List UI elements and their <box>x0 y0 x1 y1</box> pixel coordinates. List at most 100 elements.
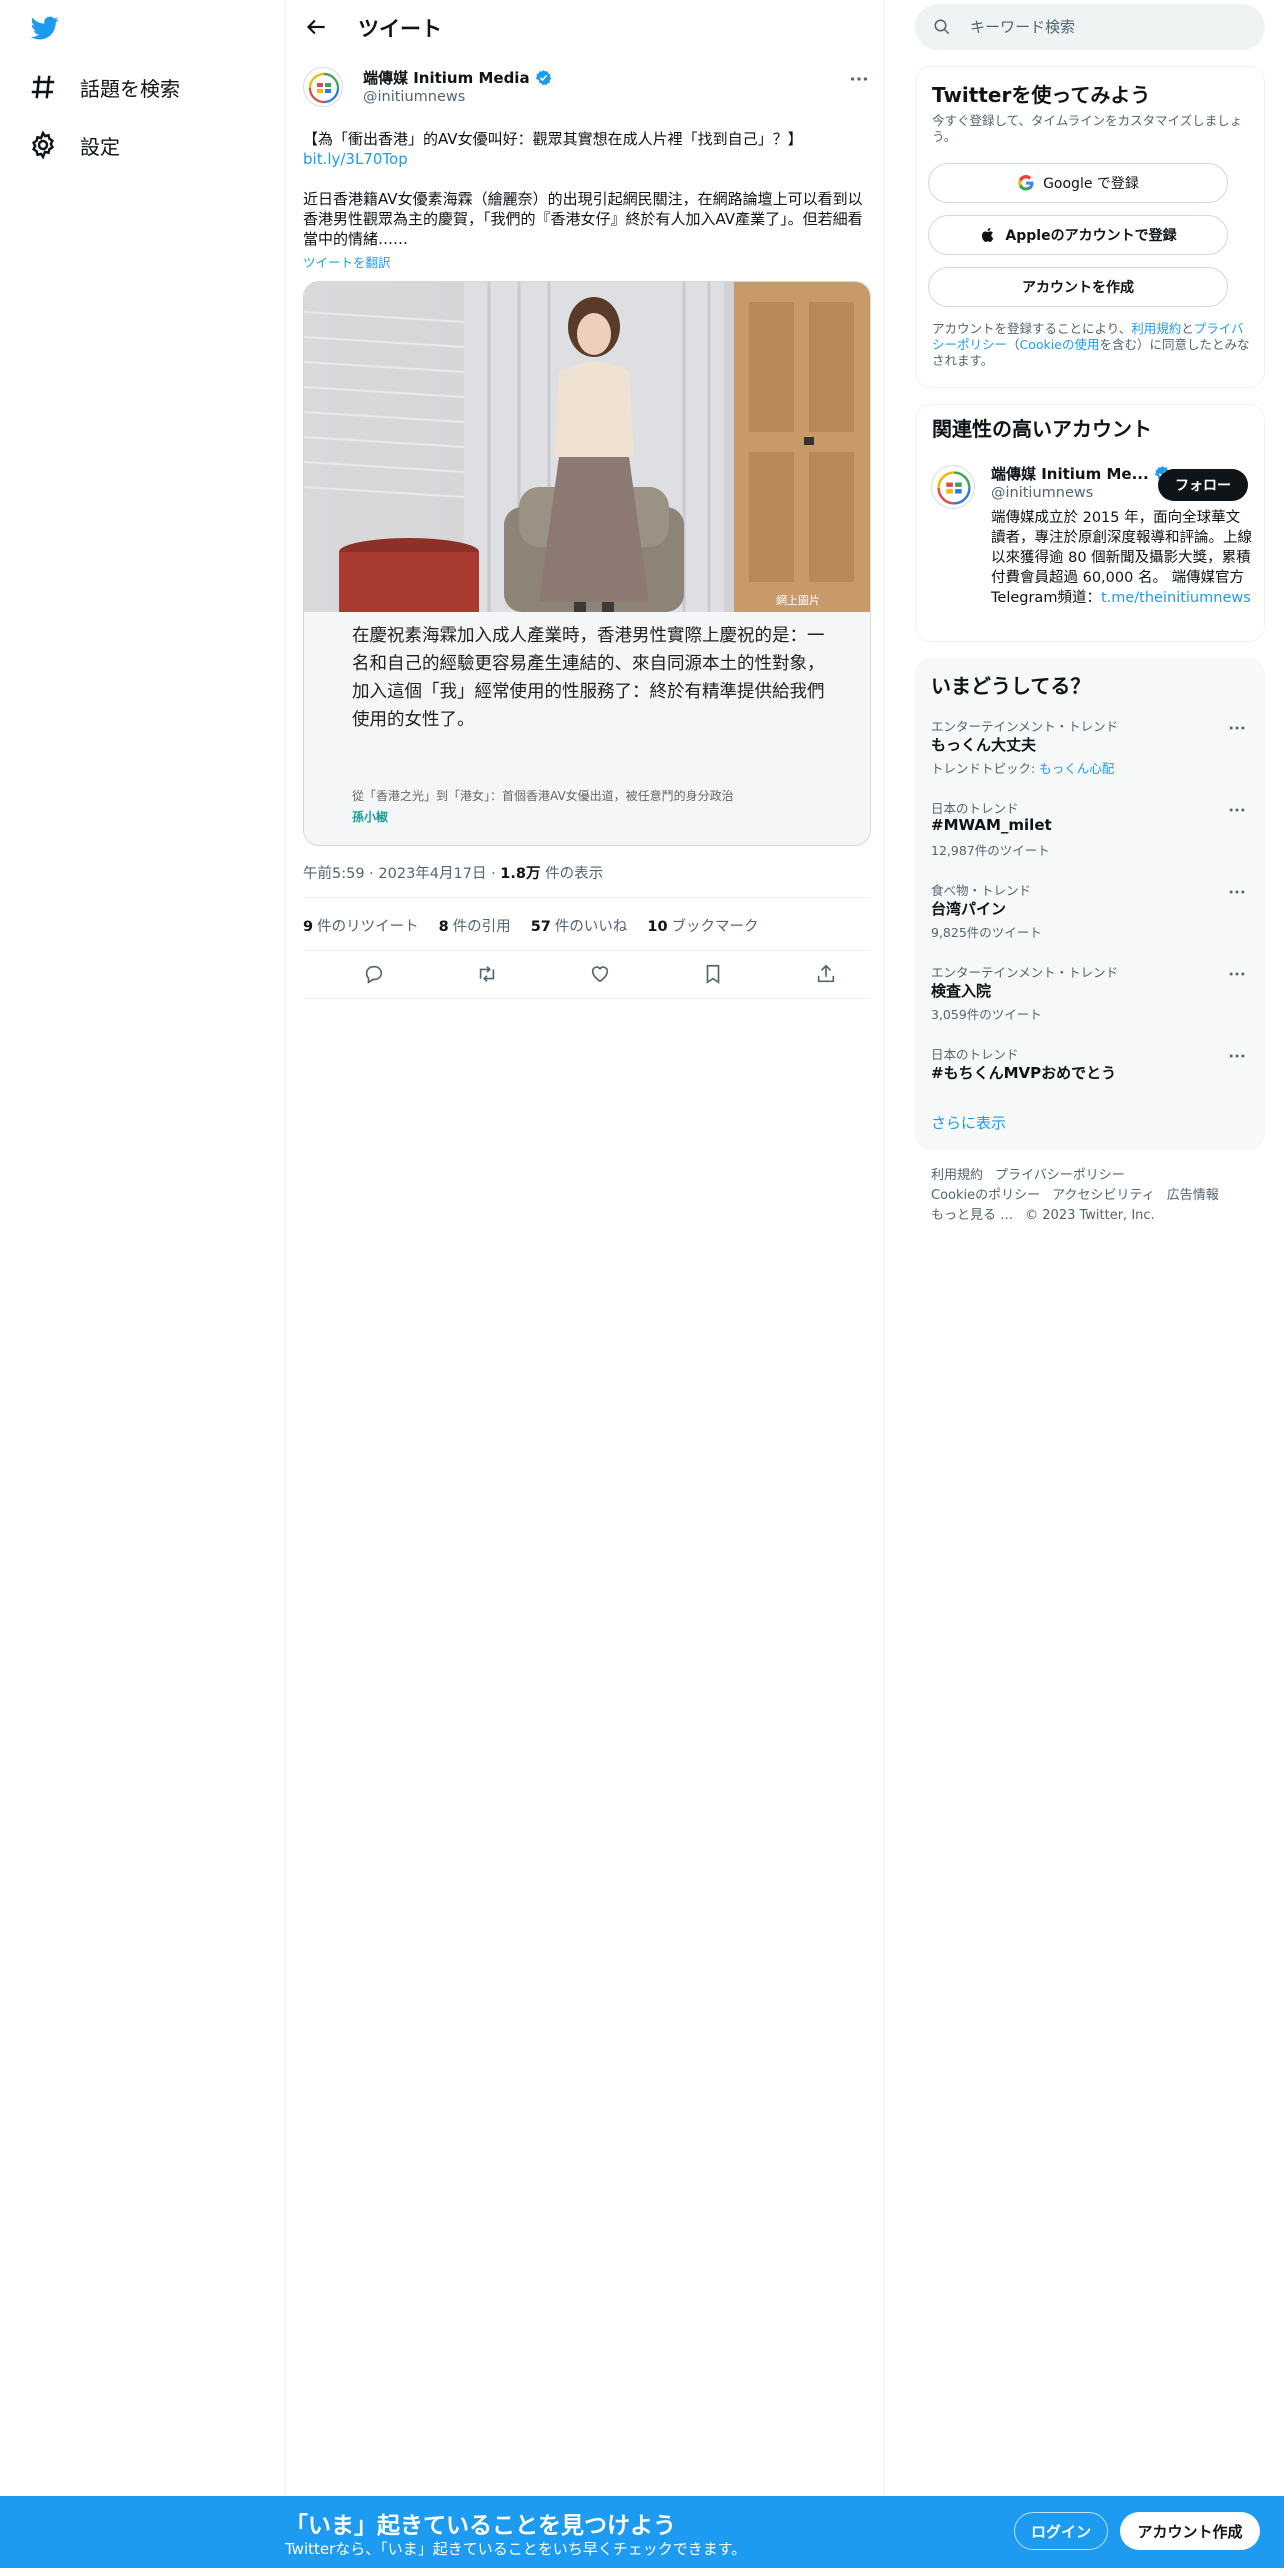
signup-panel: Twitterを使ってみよう 今すぐ登録して、タイムラインをカスタマイズしましょ… <box>915 66 1265 388</box>
back-arrow-icon[interactable] <box>303 14 329 40</box>
tweet-text-headline: 【為「衝出香港」的AV女優叫好：觀眾其實想在成人片裡「找到自己」？】 bit.ly… <box>303 129 873 169</box>
nav-item-explore[interactable]: 話題を検索 <box>28 67 180 107</box>
more-options-icon[interactable] <box>848 68 870 90</box>
show-more-link[interactable]: さらに表示 <box>931 1112 1006 1133</box>
relevant-bio: 端傳媒成立於 2015 年，面向全球華文讀者，專注於原創深度報導和評論。上線以來… <box>991 510 1252 606</box>
divider <box>303 950 871 951</box>
trend-item[interactable]: 食べ物・トレンド 台湾パイン 9,825件のツイート <box>915 880 1265 962</box>
apple-signup-button[interactable]: Appleのアカウントで登録 <box>928 215 1228 255</box>
login-button[interactable]: ログイン <box>1014 2512 1108 2550</box>
stat-retweets[interactable]: 9 件のリツイート <box>303 915 419 936</box>
cookie-link[interactable]: Cookieの使用 <box>1020 337 1100 352</box>
nav-item-settings[interactable]: 設定 <box>28 125 120 165</box>
divider <box>303 998 871 999</box>
telegram-link[interactable]: t.me/theinitiumnews <box>1101 590 1251 606</box>
more-options-icon[interactable] <box>1227 882 1247 902</box>
banner-title: 「いま」起きていることを見つけよう <box>285 2513 676 2539</box>
verified-badge-icon <box>535 70 551 86</box>
stat-bookmarks[interactable]: 10 ブックマーク <box>647 915 758 936</box>
trends-panel: いまどうしてる？ エンターテインメント・トレンド もっくん大丈夫 トレンドトピッ… <box>915 658 1265 1150</box>
footer-link[interactable]: アクセシビリティ <box>1052 1188 1155 1203</box>
footer-link[interactable]: もっと見る … <box>931 1208 1013 1223</box>
tweet-time[interactable]: 午前5:59 <box>303 866 365 882</box>
gear-icon <box>32 130 54 160</box>
like-icon[interactable] <box>589 963 611 985</box>
hashtag-icon <box>31 75 55 99</box>
trend-topic-link[interactable]: もっくん心配 <box>1039 761 1114 776</box>
google-icon <box>1018 175 1034 191</box>
reply-icon[interactable] <box>363 963 385 985</box>
create-account-button[interactable]: アカウントを作成 <box>928 267 1228 307</box>
stat-likes[interactable]: 57 件のいいね <box>531 915 628 936</box>
tweet-actions <box>303 960 871 990</box>
search-icon <box>934 19 950 35</box>
divider <box>303 897 871 898</box>
search-box[interactable] <box>915 4 1265 50</box>
footer-link[interactable]: Cookieのポリシー <box>931 1188 1040 1203</box>
banner-subtitle: Twitterなら、「いま」起きていることをいち早くチェックできます。 <box>285 2540 747 2558</box>
left-nav: 話題を検索 設定 <box>0 0 285 2496</box>
card-author: 孫小椒 <box>352 810 389 824</box>
share-icon[interactable] <box>815 963 837 985</box>
tweet-meta: 午前5:59 · 2023年4月17日 · 1.8万 件の表示 <box>303 866 604 882</box>
create-account-label: アカウントを作成 <box>1022 280 1134 296</box>
footer-link[interactable]: プライバシーポリシー <box>995 1168 1125 1183</box>
author-handle[interactable]: @initiumnews <box>363 89 465 105</box>
terms-link[interactable]: 利用規約 <box>1131 321 1181 336</box>
trend-item[interactable]: エンターテインメント・トレンド 検査入院 3,059件のツイート <box>915 962 1265 1044</box>
footer-link[interactable]: 利用規約 <box>931 1168 983 1183</box>
nav-item-label: 設定 <box>80 134 120 159</box>
google-signup-label: Google で登録 <box>1043 176 1139 192</box>
relevant-name[interactable]: 端傳媒 Initium Me... <box>991 463 1171 484</box>
nav-item-label: 話題を検索 <box>80 76 180 101</box>
card-image: 網上圖片 <box>304 282 870 612</box>
bookmark-icon[interactable] <box>702 963 724 985</box>
link-card[interactable]: 網上圖片 在慶祝素海霖加入成人產業時，香港男性實際上慶祝的是：一名和自己的經驗更… <box>303 281 871 846</box>
author-name[interactable]: 端傳媒 Initium Media <box>363 67 552 88</box>
more-options-icon[interactable] <box>1227 718 1247 738</box>
apple-icon <box>982 227 994 242</box>
google-signup-button[interactable]: Google で登録 <box>928 163 1228 203</box>
trend-item[interactable]: 日本のトレンド #MWAM_milet 12,987件のツイート <box>915 798 1265 880</box>
tweet-stats: 9 件のリツイート 8 件の引用 57 件のいいね 10 ブックマーク <box>303 915 759 936</box>
tweet-date[interactable]: 2023年4月17日 <box>378 866 486 882</box>
translate-link[interactable]: ツイートを翻訳 <box>303 252 391 271</box>
card-quote: 在慶祝素海霖加入成人產業時，香港男性實際上慶祝的是：一名和自己的經驗更容易產生連… <box>352 626 825 730</box>
trends-title: いまどうしてる？ <box>931 674 1091 698</box>
relevant-handle[interactable]: @initiumnews <box>991 485 1093 501</box>
terms-notice: アカウントを登録することにより、利用規約とプライバシーポリシー（Cookieの使… <box>932 321 1250 368</box>
signup-subtitle: 今すぐ登録して、タイムラインをカスタマイズしましょう。 <box>932 113 1243 144</box>
apple-signup-label: Appleのアカウントで登録 <box>1005 228 1177 244</box>
relevant-avatar[interactable] <box>931 465 975 509</box>
author-name-text: 端傳媒 Initium Media <box>363 69 530 87</box>
follow-button[interactable]: フォロー <box>1158 469 1248 501</box>
footer-link[interactable]: 広告情報 <box>1167 1188 1219 1203</box>
view-label: 件の表示 <box>545 866 604 882</box>
search-input[interactable] <box>970 4 1250 50</box>
trend-item[interactable]: 日本のトレンド #もちくんMVPおめでとう <box>915 1044 1265 1094</box>
copyright: © 2023 Twitter, Inc. <box>1025 1208 1155 1223</box>
tweet-headline: 【為「衝出香港」的AV女優叫好：觀眾其實想在成人片裡「找到自己」？】 <box>303 130 803 148</box>
more-options-icon[interactable] <box>1227 1046 1247 1066</box>
image-caption: 網上圖片 <box>776 593 820 607</box>
signup-button[interactable]: アカウント作成 <box>1120 2512 1260 2550</box>
stat-quotes[interactable]: 8 件の引用 <box>439 915 511 936</box>
signup-title: Twitterを使ってみよう <box>932 83 1151 107</box>
card-source: 從「香港之光」到「港女」：首個香港AV女優出道，被任意鬥的身分政治 <box>352 789 734 803</box>
retweet-icon[interactable] <box>476 963 498 985</box>
signup-banner: 「いま」起きていることを見つけよう Twitterなら、「いま」起きていることを… <box>0 2496 1284 2568</box>
twitter-logo-icon[interactable] <box>28 14 62 42</box>
tweet-link[interactable]: bit.ly/3L70Top <box>303 150 408 168</box>
more-options-icon[interactable] <box>1227 964 1247 984</box>
main-column: ツイート 端傳媒 Initium Media @initiumnews 【為「衝… <box>285 0 885 2496</box>
footer-links: 利用規約 プライバシーポリシー Cookieのポリシー アクセシビリティ 広告情報 も… <box>931 1166 1261 1226</box>
relevant-title: 関連性の高いアカウント <box>932 417 1152 441</box>
view-count: 1.8万 <box>500 866 541 882</box>
initium-logo-icon <box>937 471 971 505</box>
page-header: ツイート <box>286 0 886 54</box>
tweet-text-body: 近日香港籍AV女優素海霖（繪麗奈）的出現引起網民關注，在網路論壇上可以看到以香港… <box>303 190 863 248</box>
more-options-icon[interactable] <box>1227 800 1247 820</box>
author-avatar[interactable] <box>303 67 343 107</box>
trend-item[interactable]: エンターテインメント・トレンド もっくん大丈夫 トレンドトピック: もっくん心配 <box>915 716 1265 798</box>
page-title: ツイート <box>358 17 442 41</box>
